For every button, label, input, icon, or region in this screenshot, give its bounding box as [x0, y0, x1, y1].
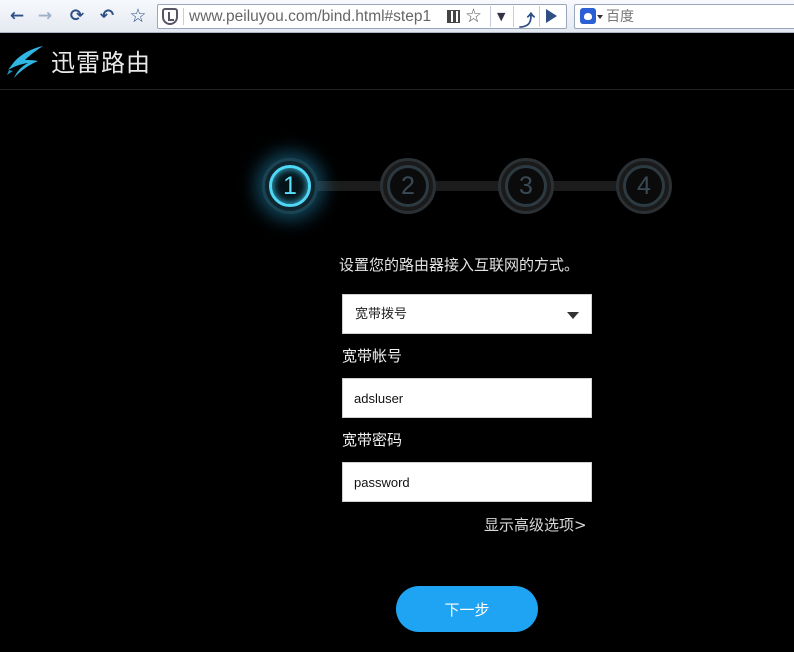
account-label: 宽带帐号 [342, 347, 403, 365]
step-2: 2 [380, 158, 436, 214]
speed-mode-icon[interactable]: ⤴ [519, 7, 535, 31]
history-dropdown-icon[interactable]: ▼ [497, 10, 505, 23]
qr-code-icon[interactable] [447, 10, 460, 23]
favorite-star-icon[interactable]: ☆ [127, 5, 149, 27]
step-number: 1 [269, 165, 311, 207]
bookmark-star-icon[interactable]: ☆ [465, 6, 482, 26]
step-1: 1 [262, 158, 318, 214]
undo-icon[interactable]: ↶ [96, 5, 118, 27]
step-connector [548, 181, 622, 191]
step-4: 4 [616, 158, 672, 214]
back-icon[interactable]: ← [6, 5, 28, 27]
refresh-icon[interactable]: ⟳ [66, 5, 88, 27]
search-engine-caret-icon[interactable] [597, 15, 603, 19]
step-connector [430, 181, 504, 191]
app-header: 迅雷路由 [0, 34, 794, 90]
connection-type-select[interactable]: 宽带拨号 [342, 294, 592, 334]
address-separator [539, 6, 540, 27]
address-separator [490, 6, 491, 27]
search-bar[interactable]: 百度 [574, 4, 794, 29]
address-bar[interactable]: www.peiluyou.com/bind.html#step1 ☆ ▼ ⤴ [157, 4, 567, 31]
step-3: 3 [498, 158, 554, 214]
step-connector [312, 181, 386, 191]
xunlei-bird-logo-icon [7, 46, 43, 78]
baidu-paw-icon[interactable] [580, 8, 596, 24]
browser-toolbar: ← → ⟳ ↶ ☆ www.peiluyou.com/bind.html#ste… [0, 0, 794, 33]
account-input[interactable] [342, 378, 592, 418]
next-step-button[interactable]: 下一步 [396, 586, 538, 632]
search-input[interactable]: 百度 [606, 9, 634, 26]
go-arrow-icon[interactable] [546, 9, 557, 23]
password-input[interactable] [342, 462, 592, 502]
step-number: 2 [387, 165, 429, 207]
connection-type-value: 宽带拨号 [355, 307, 408, 322]
forward-icon[interactable]: → [34, 5, 56, 27]
chevron-down-icon [567, 312, 579, 319]
security-shield-icon [162, 8, 178, 25]
address-separator [513, 6, 514, 27]
step-number: 4 [623, 165, 665, 207]
setup-instruction: 设置您的路由器接入互联网的方式。 [339, 256, 580, 274]
step-number: 3 [505, 165, 547, 207]
step-indicator: 1 2 3 4 [260, 158, 672, 216]
show-advanced-options-link[interactable]: 显示高级选项> [484, 515, 587, 535]
password-label: 宽带密码 [342, 431, 403, 449]
url-text[interactable]: www.peiluyou.com/bind.html#step1 [189, 8, 441, 26]
address-divider [183, 8, 184, 25]
app-title: 迅雷路由 [51, 49, 151, 77]
